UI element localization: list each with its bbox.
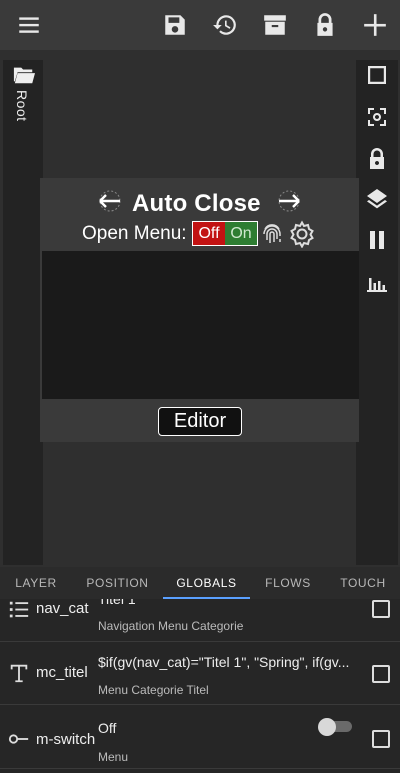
global-value: $if(gv(nav_cat)="Titel 1", "Spring", if(…	[98, 654, 350, 670]
gear-icon[interactable]	[288, 220, 316, 249]
lock-icon[interactable]	[362, 144, 392, 174]
text-icon	[8, 662, 30, 684]
stats-icon[interactable]	[362, 267, 392, 297]
switch-thumb	[318, 718, 336, 736]
global-checkbox[interactable]	[372, 600, 390, 618]
pause-icon[interactable]	[362, 225, 392, 255]
switch-icon	[8, 728, 30, 750]
canvas-preview: Auto Close Open Menu: Off On Editor	[40, 178, 359, 442]
open-menu-row: Open Menu: Off On	[40, 220, 359, 249]
tab-position[interactable]: POSITION	[72, 567, 163, 599]
global-description: Menu Categorie Titel	[98, 683, 209, 697]
tab-touch[interactable]: TOUCH	[326, 567, 400, 599]
tab-bar: LAYER POSITION GLOBALS FLOWS TOUCH	[0, 567, 400, 599]
add-icon[interactable]	[359, 9, 391, 41]
open-menu-toggle[interactable]: Off On	[192, 221, 258, 246]
focus-icon[interactable]	[362, 102, 392, 132]
history-icon[interactable]	[209, 9, 241, 41]
right-sidebar	[356, 60, 398, 565]
globals-list: nav_cat Titel 1 Navigation Menu Categori…	[0, 599, 400, 773]
list-item[interactable]: m-switch Off Menu	[0, 706, 400, 769]
tab-layer[interactable]: LAYER	[0, 567, 72, 599]
m-switch-toggle[interactable]	[318, 718, 352, 736]
global-name: mc_titel	[36, 664, 88, 681]
global-name: nav_cat	[36, 600, 89, 617]
global-value: Titel 1	[98, 599, 136, 607]
global-description: Navigation Menu Categorie	[98, 619, 244, 633]
select-frame-icon[interactable]	[362, 60, 392, 90]
menu-icon[interactable]	[13, 9, 45, 41]
fingerprint-icon[interactable]	[261, 222, 283, 246]
lock-icon[interactable]	[309, 9, 341, 41]
global-checkbox[interactable]	[372, 665, 390, 683]
title-row: Auto Close	[40, 184, 359, 217]
open-menu-label: Open Menu:	[82, 223, 187, 244]
layers-icon[interactable]	[362, 184, 392, 214]
save-icon[interactable]	[159, 9, 191, 41]
left-sidebar: Root	[3, 60, 43, 565]
tab-flows[interactable]: FLOWS	[250, 567, 326, 599]
tab-globals[interactable]: GLOBALS	[163, 567, 250, 599]
root-label[interactable]: Root	[14, 90, 30, 122]
list-item[interactable]: nav_cat Titel 1 Navigation Menu Categori…	[0, 599, 400, 642]
toggle-off-button[interactable]: Off	[193, 222, 225, 245]
arrow-left-icon[interactable]	[96, 188, 124, 214]
list-item[interactable]: mc_titel $if(gv(nav_cat)="Titel 1", "Spr…	[0, 642, 400, 705]
global-checkbox[interactable]	[372, 730, 390, 748]
archive-icon[interactable]	[259, 9, 291, 41]
arrow-right-icon[interactable]	[275, 188, 303, 214]
top-toolbar	[0, 0, 400, 50]
canvas-title: Auto Close	[132, 190, 261, 217]
global-name: m-switch	[36, 731, 96, 748]
list-icon	[8, 599, 30, 621]
global-description: Menu	[98, 750, 129, 764]
folder-open-icon[interactable]	[13, 65, 35, 85]
canvas-content-area	[42, 251, 359, 399]
toggle-on-button[interactable]: On	[225, 222, 257, 245]
editor-button[interactable]: Editor	[158, 407, 242, 436]
